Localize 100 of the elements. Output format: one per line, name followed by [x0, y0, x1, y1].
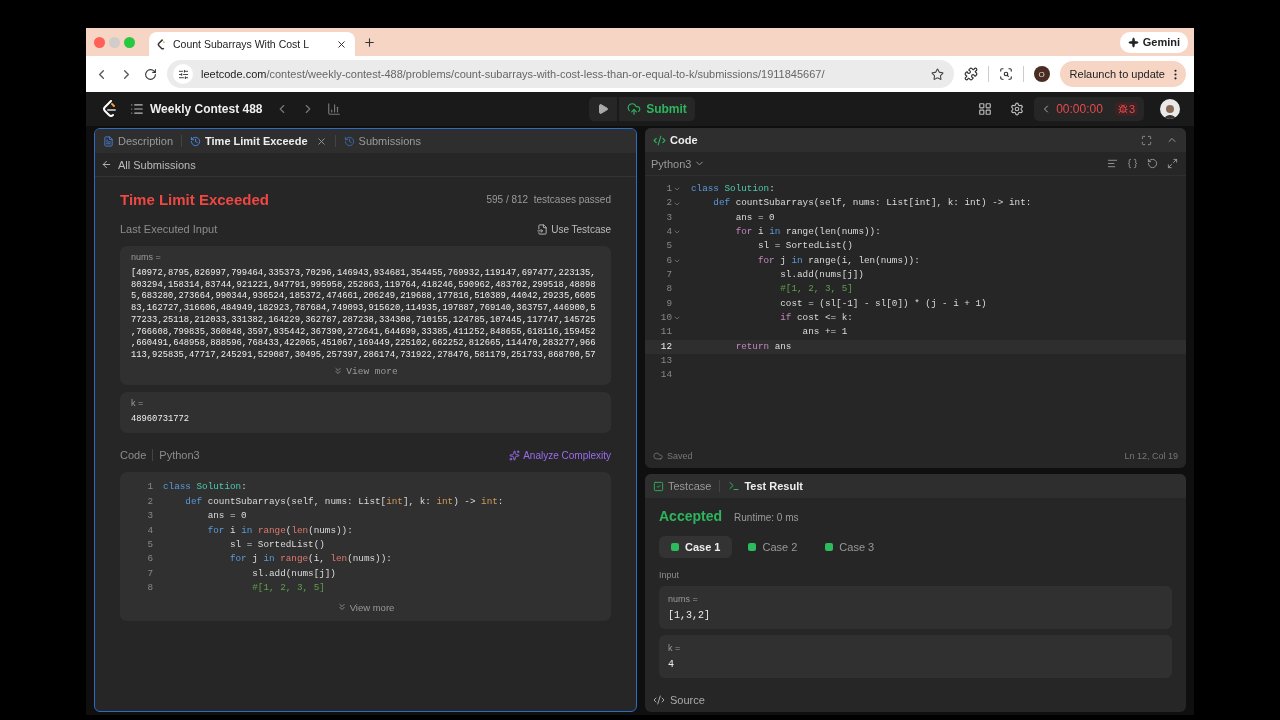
code-line: cost = (sl[-1] - sl[0]) * (j - i + 1): [779, 296, 987, 311]
saved-status: Saved: [653, 451, 693, 461]
code-line: #[1, 2, 3, 5]: [779, 282, 853, 297]
language-label: Python3: [159, 449, 200, 462]
code-line: ans = 0: [206, 509, 247, 524]
tab-search-icon[interactable]: [998, 67, 1013, 81]
panel-tab[interactable]: Description: [103, 135, 174, 147]
line-number: 5: [665, 239, 673, 254]
reload-icon[interactable]: [144, 67, 157, 81]
testcases-passed: 595 / 812 testcases passed: [486, 193, 611, 205]
profile-avatar[interactable]: O: [1033, 66, 1050, 82]
code-line: for j in range(i, len(nums)):: [756, 253, 920, 268]
code-line: class Solution:: [163, 480, 247, 495]
sparkles-icon: [509, 449, 521, 461]
history-icon: [190, 135, 202, 147]
panel-tab[interactable]: Time Limit Exceede: [190, 135, 327, 147]
cursor-position: Ln 12, Col 19: [1124, 451, 1178, 461]
chart-icon[interactable]: [326, 102, 341, 116]
line-number: 2: [645, 196, 681, 211]
case-tab[interactable]: Case 3: [813, 536, 887, 558]
expand-icon[interactable]: [1167, 158, 1178, 169]
use-testcase-button[interactable]: Use Testcase: [537, 223, 611, 235]
runtime: Runtime: 0 ms: [734, 512, 799, 523]
input-value: [1,3,2]: [668, 610, 711, 621]
submission-status: Time Limit Exceeded: [120, 190, 269, 208]
format-icon[interactable]: [1107, 158, 1118, 169]
timer-text: 00:00:00: [1056, 102, 1103, 116]
case-tab[interactable]: Case 1: [659, 536, 733, 558]
back-arrow-icon[interactable]: [101, 159, 112, 170]
view-more-button[interactable]: View more: [336, 601, 395, 613]
logo-icon[interactable]: [102, 100, 118, 118]
code-line: def countSubarrays(self, nums: List[int], k: int) -> int:: [184, 494, 504, 509]
chevrons-down-icon: [336, 602, 347, 613]
extensions-icon[interactable]: [963, 67, 978, 81]
panel-tab[interactable]: Testcase: [653, 480, 712, 492]
new-tab-icon[interactable]: [363, 35, 376, 49]
code-line: ans = 0: [734, 210, 775, 225]
contest-title[interactable]: Weekly Contest 488: [150, 102, 263, 116]
code-icon: [653, 133, 666, 147]
input-label: k =: [131, 397, 145, 408]
source-link[interactable]: Source: [670, 694, 705, 706]
layout-icon[interactable]: [978, 102, 993, 116]
code-line: if cost <= k:: [779, 311, 853, 326]
code-line: for i in range(len(nums)):: [206, 523, 353, 538]
relaunch-button[interactable]: Relaunch to update: [1059, 61, 1186, 87]
code-line: for i in range(len(nums)):: [734, 225, 881, 240]
code-line: sl.add(nums[j]): [251, 566, 336, 581]
line-number: 8: [665, 282, 673, 297]
line-number: 1: [146, 480, 153, 495]
line-number: 12: [659, 339, 673, 354]
line-number: 1: [645, 182, 681, 197]
input-value: [40972,8795,826997,799464,335373,70296,146943,934681,354455,769932,119147,697477,223135, 803294,158314,83744,921221,947791,995958,252863,119764,418246,590962,483702,299518,48898 5,683280,273664,990344,936524,185372,474661,206249,219688,177816,510389,44042,29235,6605 83,162727,316606,484949,182923,787684,749093,915620,114935,197887,769140,363757,446900,5 77233,25118,212033,331382,164229,362787,287238,334308,710155,124785,107445,117747,145725 ,766608,799835,360848,3597,935442,367390,272641,644699,33385,411252,848655,618116,159452 ,660491,648958,888596,768433,422065,451067,169449,225102,662252,812665,114470,283277,966 113,925835,47717,245291,529087,30495,257397,286174,731922,278476,581179,251733,868700,57: [131, 268, 597, 362]
line-number: 4: [645, 225, 681, 240]
settings-icon[interactable]: [1010, 102, 1025, 116]
language-select[interactable]: Python3: [651, 157, 706, 170]
site-settings-icon[interactable]: [177, 68, 189, 80]
problem-list-icon[interactable]: [130, 102, 144, 116]
code-line: #[1, 2, 3, 5]: [251, 581, 325, 596]
input-label: nums =: [131, 252, 162, 262]
history-icon: [343, 135, 355, 147]
line-number: 9: [665, 296, 673, 311]
terminal-icon: [728, 480, 741, 492]
panel-tab[interactable]: Test Result: [728, 480, 803, 492]
user-avatar[interactable]: [1160, 99, 1180, 119]
analyze-complexity-button[interactable]: Analyze Complexity: [509, 449, 611, 461]
view-more-button[interactable]: View more: [333, 365, 398, 377]
run-button[interactable]: [589, 97, 618, 121]
browser-tab[interactable]: Count Subarrays With Cost L: [149, 32, 355, 56]
play-icon: [597, 103, 610, 115]
code-line: for j in range(i, len(nums)):: [228, 552, 392, 567]
panel-tab[interactable]: Submissions: [343, 135, 421, 147]
line-number: 3: [665, 210, 673, 225]
submit-button[interactable]: Submit: [619, 97, 695, 121]
bookmark-star-icon[interactable]: [930, 67, 944, 81]
line-number: 13: [659, 354, 673, 369]
code-line: return ans: [734, 339, 792, 354]
close-icon[interactable]: [336, 38, 347, 50]
code-line: sl.add(nums[j]): [779, 268, 864, 283]
code-icon: [653, 694, 665, 706]
braces-icon[interactable]: [1127, 158, 1138, 169]
bug-icon: [1117, 104, 1128, 114]
fullscreen-icon[interactable]: [1141, 134, 1152, 146]
code-line: class Solution:: [691, 182, 775, 196]
all-submissions-link[interactable]: All Submissions: [118, 158, 196, 171]
line-number: 5: [146, 537, 153, 552]
bug-count[interactable]: 3: [1114, 102, 1138, 116]
line-number: 11: [659, 325, 673, 340]
input-label: nums =: [668, 594, 699, 604]
gemini-button[interactable]: Gemini: [1119, 31, 1188, 53]
case-tab[interactable]: Case 2: [736, 536, 810, 558]
input-value: 4: [668, 659, 675, 670]
logo-icon: [157, 38, 167, 50]
line-number: 6: [645, 253, 681, 269]
file-icon: [537, 223, 549, 235]
line-number: 4: [146, 523, 153, 538]
sparkle-icon: [1127, 36, 1139, 48]
address-bar[interactable]: leetcode.com/contest/weekly-contest-488/problems/count-subarrays-with-cost-less-than-or-equal-to-k/submissions/1911845667/: [167, 60, 954, 88]
section-label: Input: [659, 570, 681, 580]
reset-icon[interactable]: [1147, 158, 1158, 169]
timer[interactable]: 00:00:00 3: [1034, 97, 1144, 121]
